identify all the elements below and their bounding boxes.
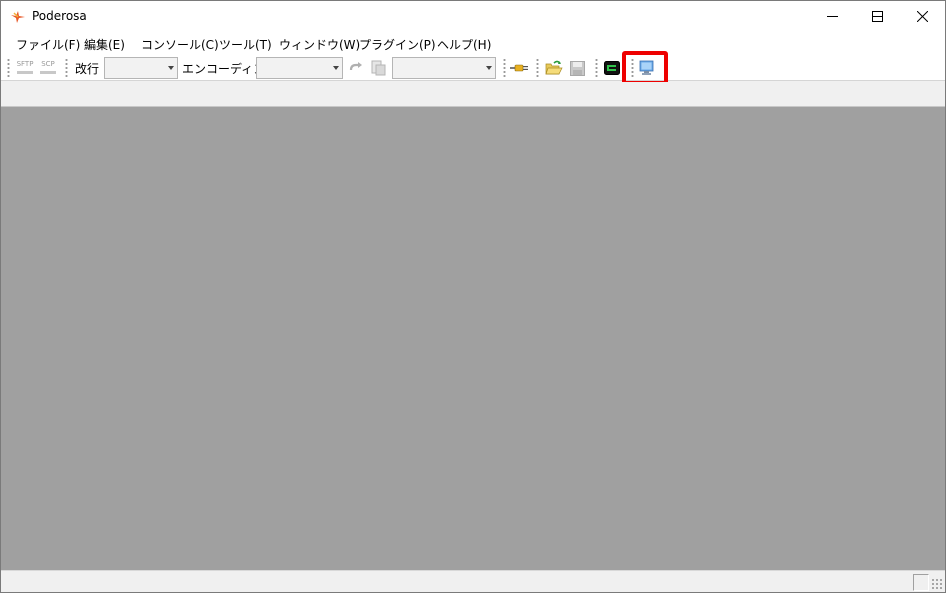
- menu-console[interactable]: コンソール(C): [141, 36, 219, 53]
- sftp-button[interactable]: SFTP: [15, 59, 35, 77]
- menu-edit[interactable]: 編集(E): [84, 36, 125, 53]
- folder-open-icon[interactable]: [545, 59, 563, 77]
- sftp-bar: [17, 71, 33, 74]
- newline-label: 改行: [75, 62, 100, 76]
- toolbar-grip[interactable]: [7, 58, 10, 77]
- scp-label: SCP: [41, 60, 55, 68]
- status-bar: [1, 570, 945, 592]
- close-icon: [916, 11, 928, 22]
- minimize-icon: [826, 11, 838, 22]
- toolbar: SFTP SCP 改行 エンコーディング: [1, 54, 945, 81]
- reproduce-arrow-icon[interactable]: [347, 59, 365, 77]
- shell-select[interactable]: [392, 57, 496, 79]
- toolbar-grip[interactable]: [595, 58, 598, 77]
- menu-bar: ファイル(F) 編集(E) コンソール(C) ツール(T) ウィンドウ(W) プ…: [1, 32, 945, 54]
- toolbar-grip[interactable]: [503, 58, 506, 77]
- document-icon[interactable]: [369, 59, 387, 77]
- scp-bar: [40, 71, 56, 74]
- close-button[interactable]: [899, 1, 945, 32]
- highlight-box: [622, 51, 668, 85]
- terminal-green-icon[interactable]: [603, 59, 621, 77]
- scp-button[interactable]: SCP: [38, 59, 58, 77]
- newline-select[interactable]: [104, 57, 178, 79]
- toolbar-grip[interactable]: [536, 58, 539, 77]
- window-title: Poderosa: [32, 9, 87, 23]
- save-disk-icon[interactable]: [568, 59, 586, 77]
- menu-tools[interactable]: ツール(T): [219, 36, 272, 53]
- toolbar-grip[interactable]: [65, 58, 68, 77]
- poderosa-window: Poderosa ファイル(F) 編集(E) コンソール(C) ツール(T) ウ…: [0, 0, 946, 593]
- chevron-down-icon: [333, 66, 339, 70]
- maximize-icon: [871, 11, 883, 22]
- chevron-down-icon: [168, 66, 174, 70]
- sftp-label: SFTP: [16, 60, 34, 68]
- resize-grip-icon[interactable]: [931, 578, 943, 590]
- encoding-select[interactable]: [256, 57, 343, 79]
- poderosa-star-icon: [10, 9, 26, 25]
- menu-plugin[interactable]: プラグイン(P): [359, 36, 436, 53]
- chevron-down-icon: [486, 66, 492, 70]
- tab-strip: [1, 82, 945, 107]
- menu-help[interactable]: ヘルプ(H): [437, 36, 491, 53]
- menu-window[interactable]: ウィンドウ(W): [279, 36, 360, 53]
- status-panel: [913, 574, 929, 591]
- menu-file[interactable]: ファイル(F): [16, 36, 80, 53]
- client-area[interactable]: [1, 107, 945, 570]
- title-bar[interactable]: Poderosa: [1, 1, 945, 32]
- minimize-button-visual[interactable]: [809, 1, 855, 32]
- maximize-button[interactable]: [854, 1, 900, 32]
- plug-icon[interactable]: [510, 59, 528, 77]
